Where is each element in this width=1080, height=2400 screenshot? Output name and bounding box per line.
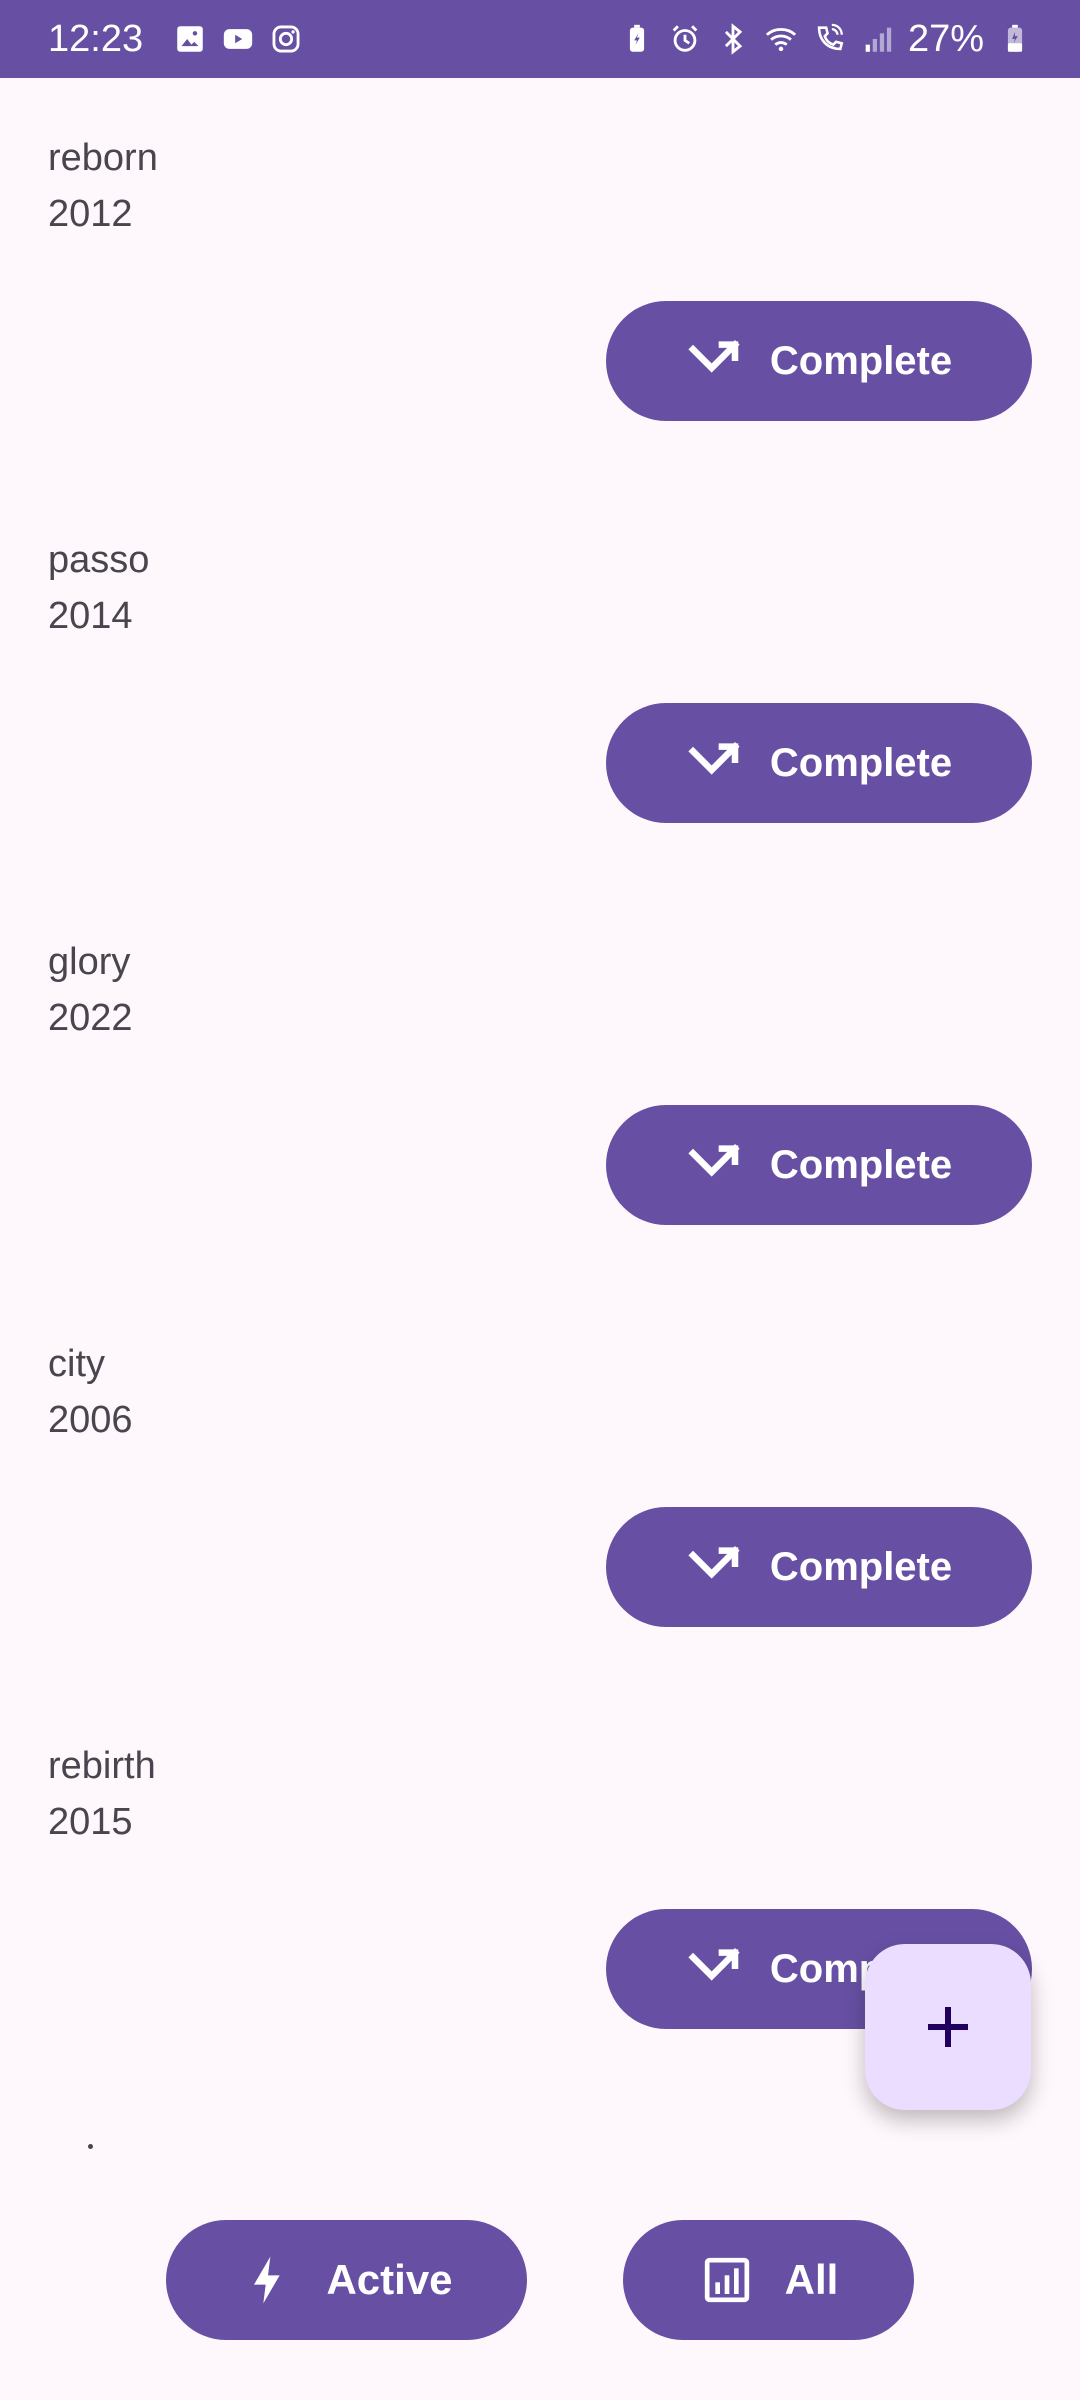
partial-list-item [88, 2144, 93, 2149]
complete-button[interactable]: Complete [606, 1507, 1032, 1627]
trending-down-icon [688, 1144, 740, 1177]
task-year: 2014 [48, 595, 133, 637]
wifi-icon [764, 22, 798, 56]
task-name: reborn [48, 137, 158, 179]
task-name: rebirth [48, 1745, 156, 1787]
battery-percentage: 27% [907, 17, 984, 60]
trending-down-icon [688, 340, 740, 373]
status-left: 12:23 [48, 18, 303, 61]
all-label: All [784, 2256, 839, 2303]
task-item: passo 2014 Complete [0, 480, 1080, 882]
bluetooth-icon [716, 22, 750, 56]
plus-icon [928, 2007, 968, 2047]
trending-down-icon [688, 1546, 740, 1579]
complete-label: Complete [769, 338, 953, 383]
gallery-icon [173, 22, 207, 56]
complete-button[interactable]: Complete [606, 301, 1032, 421]
task-year: 2012 [48, 193, 133, 235]
signal-icon [860, 22, 894, 56]
all-filter-button[interactable]: All [623, 2220, 914, 2340]
battery-saver-icon [620, 22, 654, 56]
task-item: reborn 2012 Complete [0, 78, 1080, 480]
status-time: 12:23 [48, 17, 144, 60]
trending-down-icon [688, 1948, 740, 1981]
bar-chart-icon [704, 2257, 749, 2303]
complete-button[interactable]: Complete [606, 703, 1032, 823]
alarm-icon [668, 22, 702, 56]
task-item: glory 2022 Complete [0, 882, 1080, 1284]
battery-charging-icon [998, 22, 1032, 56]
instagram-icon [269, 22, 303, 56]
complete-label: Complete [769, 1142, 953, 1187]
task-name: glory [48, 941, 131, 983]
task-item: city 2006 Complete [0, 1284, 1080, 1686]
wifi-call-icon [812, 22, 846, 56]
youtube-icon [221, 22, 255, 56]
complete-button[interactable]: Complete [606, 1105, 1032, 1225]
lightning-icon [254, 2256, 281, 2304]
active-label: Active [326, 2256, 453, 2303]
complete-label: Complete [769, 1544, 953, 1589]
status-right: 27% [620, 18, 1032, 61]
active-filter-button[interactable]: Active [166, 2220, 527, 2340]
task-list: reborn 2012 Complete passo 2014 Complete… [0, 78, 1080, 2088]
task-year: 2022 [48, 997, 133, 1039]
task-year: 2006 [48, 1399, 133, 1441]
trending-down-icon [688, 742, 740, 775]
add-task-fab[interactable] [865, 1944, 1031, 2110]
task-name: passo [48, 539, 150, 581]
task-name: city [48, 1343, 105, 1385]
complete-label: Complete [769, 740, 953, 785]
status-bar: 12:23 27% [0, 0, 1080, 78]
task-year: 2015 [48, 1801, 133, 1843]
